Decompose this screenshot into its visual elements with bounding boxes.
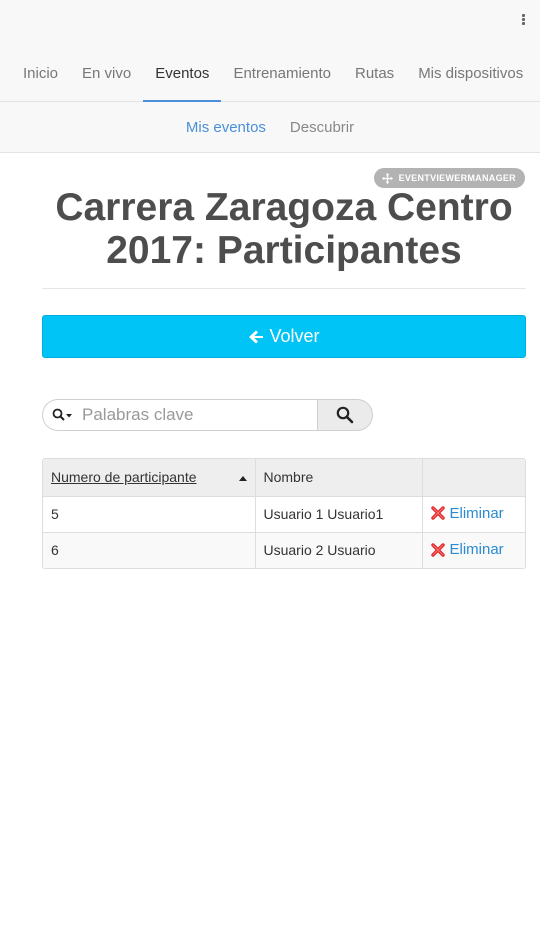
search-field xyxy=(42,399,317,431)
top-navbar: Inicio En vivo Eventos Entrenamiento Rut… xyxy=(0,0,540,102)
move-arrows-icon xyxy=(381,172,393,184)
delete-link-label: Eliminar xyxy=(449,504,504,522)
search-input[interactable] xyxy=(82,405,302,425)
delete-link-label: Eliminar xyxy=(449,541,504,558)
tab-entrenamiento[interactable]: Entrenamiento xyxy=(221,52,343,101)
subnav-descubrir[interactable]: Descubrir xyxy=(290,119,354,136)
tab-rutas[interactable]: Rutas xyxy=(343,52,406,101)
table-row: 5 Usuario 1 Usuario1 Eliminar xyxy=(43,496,525,532)
role-badge-label: EVENTVIEWERMANAGER xyxy=(398,173,516,183)
table-row: 6 Usuario 2 Usuario Eliminar xyxy=(43,531,525,568)
search-bar xyxy=(42,399,373,431)
title-divider xyxy=(42,288,526,289)
arrow-left-icon xyxy=(249,330,264,343)
tab-inicio[interactable]: Inicio xyxy=(0,52,70,101)
delete-x-icon xyxy=(430,506,445,520)
table-header-row: Numero de participante Nombre xyxy=(43,459,525,497)
delete-button[interactable]: Eliminar xyxy=(430,504,504,522)
back-button-label: Volver xyxy=(269,326,320,346)
column-header-actions xyxy=(422,459,525,497)
column-header-numero-label: Numero de participante xyxy=(51,469,197,486)
role-badge[interactable]: EVENTVIEWERMANAGER xyxy=(373,168,525,188)
cell-participant-name: Usuario 1 Usuario1 xyxy=(255,496,423,532)
search-dropdown[interactable] xyxy=(43,408,74,422)
search-dropdown-icon xyxy=(52,408,72,421)
cell-actions: Eliminar xyxy=(422,531,525,568)
subnav-mis-eventos[interactable]: Mis eventos xyxy=(186,119,266,136)
search-button[interactable] xyxy=(317,399,373,431)
sort-ascending-icon xyxy=(238,476,247,481)
delete-button[interactable]: Eliminar xyxy=(430,541,504,558)
tab-eventos[interactable]: Eventos xyxy=(143,52,222,102)
participants-table: Numero de participante Nombre 5 Usuario … xyxy=(42,458,526,569)
cell-participant-name: Usuario 2 Usuario xyxy=(255,531,423,568)
search-icon xyxy=(336,406,354,424)
page-title: Carrera Zaragoza Centro 2017: Participan… xyxy=(42,186,526,272)
cell-actions: Eliminar xyxy=(422,496,525,532)
column-header-numero[interactable]: Numero de participante xyxy=(43,459,256,497)
tab-mis-dispositivos[interactable]: Mis dispositivos xyxy=(406,52,535,101)
cell-participant-number: 6 xyxy=(43,531,256,568)
delete-x-icon xyxy=(430,542,445,557)
back-button[interactable]: Volver xyxy=(42,315,526,358)
cell-participant-number: 5 xyxy=(43,496,256,532)
column-header-nombre: Nombre xyxy=(255,459,423,497)
page-title-line1: Carrera Zaragoza Centro xyxy=(55,186,513,229)
tab-en-vivo[interactable]: En vivo xyxy=(70,52,143,101)
main-tabs: Inicio En vivo Eventos Entrenamiento Rut… xyxy=(0,52,540,102)
more-options-icon[interactable] xyxy=(520,14,526,30)
page-title-line2: 2017: Participantes xyxy=(106,229,462,272)
sub-navigation: Mis eventos Descubrir xyxy=(0,102,540,153)
